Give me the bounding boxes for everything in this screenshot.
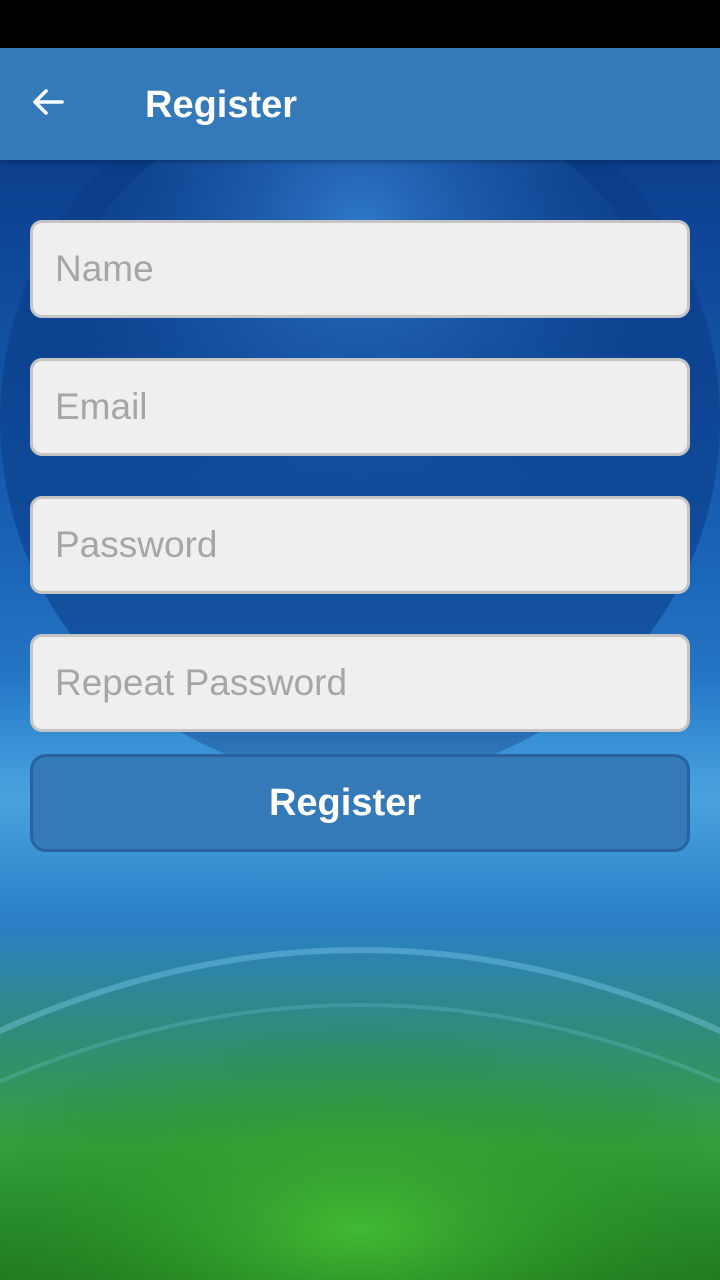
name-field[interactable] <box>30 220 690 318</box>
register-button-label: Register <box>268 781 422 824</box>
app-bar: Register <box>0 48 720 160</box>
email-field[interactable] <box>30 358 690 456</box>
status-bar <box>0 0 720 48</box>
page-title: Register <box>145 84 298 126</box>
password-field[interactable] <box>30 496 690 594</box>
back-button[interactable] <box>20 76 76 132</box>
register-form: Register <box>30 220 690 852</box>
repeat-password-field[interactable] <box>30 634 690 732</box>
register-button[interactable]: Register <box>30 754 690 852</box>
arrow-left-icon <box>28 82 68 127</box>
